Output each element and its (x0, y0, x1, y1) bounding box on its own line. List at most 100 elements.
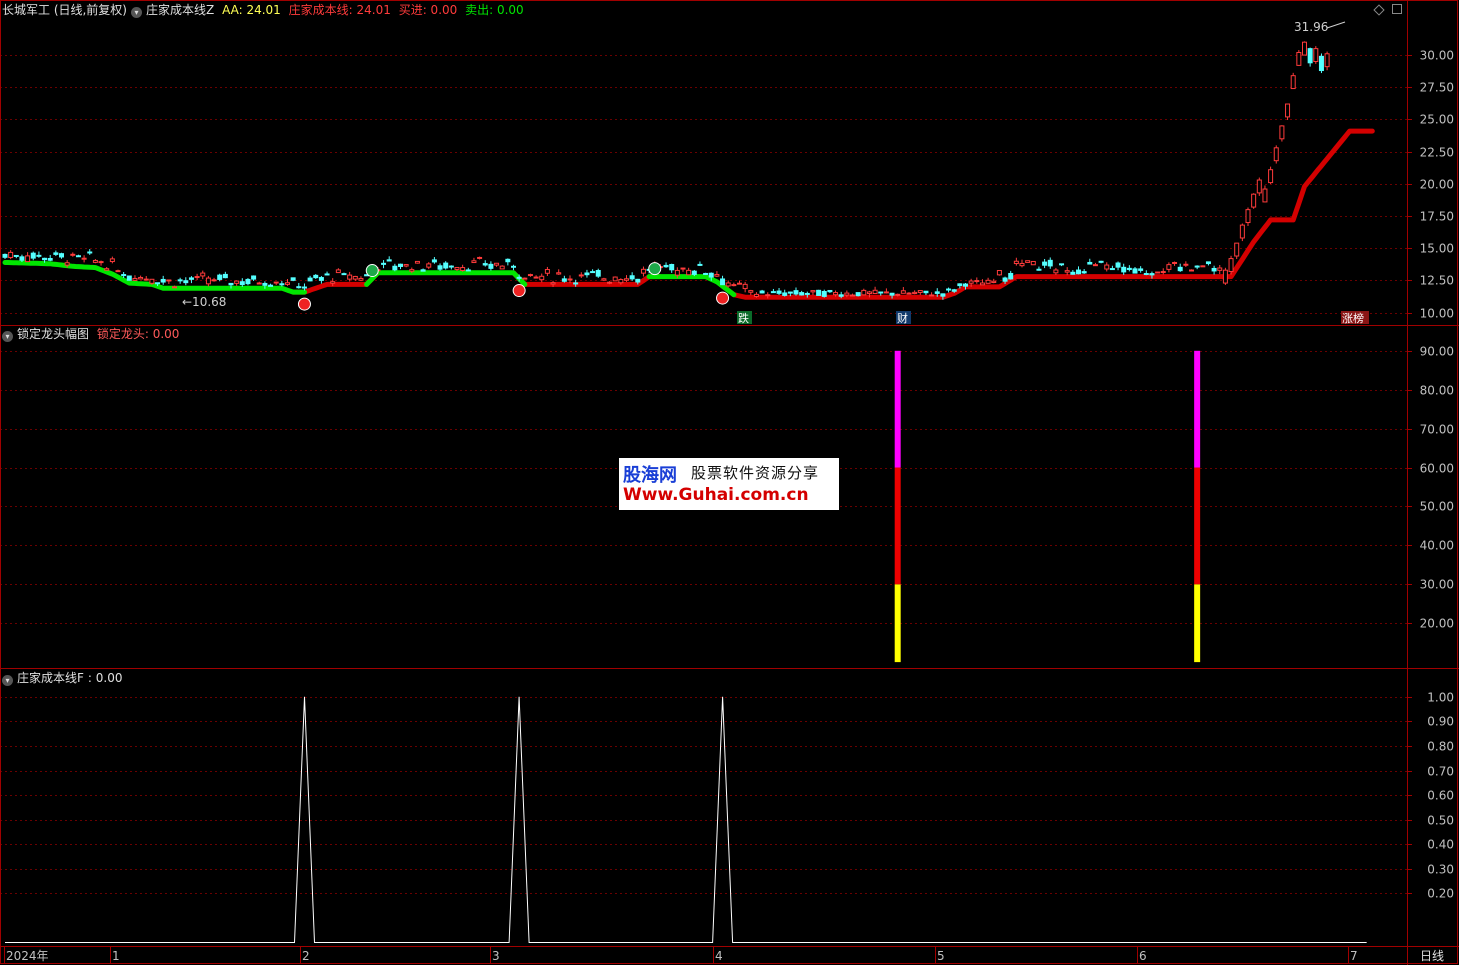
candle-body (511, 265, 516, 268)
y-tick-label: 27.50 (1420, 81, 1454, 95)
y-tick-label: 30.00 (1420, 49, 1454, 63)
dropdown-icon[interactable]: ▾ (2, 331, 13, 342)
candle-body (561, 278, 567, 282)
candle-body (991, 280, 997, 284)
buy-value: 买进: 0.00 (398, 3, 458, 17)
indicator-name[interactable]: 庄家成本线Z (146, 3, 214, 17)
candle-body (669, 264, 675, 271)
candle-body (460, 267, 466, 271)
candle-body (737, 282, 742, 285)
candle-body (1172, 261, 1178, 264)
candle-body (499, 265, 505, 270)
candle-body (1070, 271, 1076, 275)
candle-body (703, 272, 709, 275)
y-tick-label: 0.20 (1427, 887, 1454, 901)
dropdown-icon[interactable]: ▾ (2, 675, 13, 686)
candle-body (929, 294, 935, 297)
candle-body (934, 291, 940, 294)
candle-body (115, 270, 121, 273)
sell-value: 卖出: 0.00 (465, 3, 524, 17)
candle-body (742, 283, 748, 290)
y-tick-label: 1.00 (1427, 691, 1454, 705)
candle-body (522, 277, 528, 280)
panel2-title[interactable]: 锁定龙头幅图 (17, 327, 89, 341)
candle-body (307, 277, 313, 282)
candle-body (612, 276, 618, 282)
candle-body (381, 262, 387, 265)
candle-body (347, 274, 353, 280)
candle-body (251, 275, 257, 280)
candle-body (866, 291, 872, 295)
candle-body (810, 290, 816, 293)
candle-body (979, 282, 985, 286)
candle-body (1290, 75, 1296, 90)
candle-body (155, 282, 161, 285)
candle-body (205, 277, 211, 285)
candle-body (177, 279, 183, 282)
candle-body (1036, 268, 1042, 271)
candle-body (1262, 188, 1268, 203)
candle-body (1324, 53, 1330, 68)
candle-body (686, 269, 692, 276)
cai-badge: 财 (897, 311, 908, 325)
candle-body (1273, 147, 1279, 162)
candle-body (409, 269, 415, 272)
candle-body (1019, 262, 1025, 267)
candle-body (1030, 260, 1036, 266)
candle-body (1285, 103, 1291, 118)
candle-body (951, 289, 957, 292)
y-tick-label: 0.90 (1427, 715, 1454, 729)
x-tick-label: 6 (1139, 949, 1147, 963)
panel3-title[interactable]: 庄家成本线F (17, 671, 84, 685)
candle-body (1302, 41, 1307, 56)
y-tick-label: 20.00 (1420, 617, 1454, 631)
candle-body (946, 288, 952, 291)
candle-body (799, 292, 805, 296)
watermark-logo: 股海网 (623, 465, 677, 486)
stock-title[interactable]: 长城军工 (日线,前复权) (2, 3, 127, 17)
candle-body (889, 292, 895, 296)
y-tick-label: 17.50 (1420, 210, 1454, 224)
candle-body (1313, 48, 1319, 63)
candle-body (567, 278, 573, 281)
dropdown-icon[interactable]: ▾ (131, 7, 142, 18)
candle-body (87, 251, 93, 254)
y-tick-label: 25.00 (1420, 113, 1454, 127)
high-price-annotation: 31.96 (1294, 20, 1328, 34)
candle-body (1138, 268, 1144, 271)
candle-body (1239, 224, 1245, 239)
dragon-bar-segment (1194, 350, 1201, 468)
candle-body (1042, 261, 1048, 266)
price-panel[interactable]: 31.96 ←10.68 跌 财 涨榜 (2, 20, 1375, 325)
signal-badge (716, 291, 730, 305)
cost-line-f-panel[interactable] (5, 696, 1367, 944)
candle-body (301, 286, 307, 289)
candle-body (1183, 263, 1189, 266)
candle-body (674, 269, 680, 276)
dragon-bar-segment (1194, 584, 1201, 663)
candle-body (403, 264, 409, 267)
candle-body (1200, 265, 1206, 268)
candle-body (194, 276, 200, 279)
candle-body (1092, 264, 1098, 267)
y-tick-label: 0.40 (1427, 838, 1454, 852)
y-tick-label: 60.00 (1420, 462, 1454, 476)
candle-body (1008, 272, 1014, 280)
candle-body (1177, 266, 1183, 272)
candle-body (1064, 270, 1070, 273)
candle-body (1296, 51, 1302, 66)
candle-body (1189, 269, 1194, 272)
candle-body (324, 273, 330, 276)
y-tick-label: 40.00 (1420, 539, 1454, 553)
x-tick-label: 2024年 (6, 949, 49, 963)
candle-body (19, 256, 25, 261)
cost-value: 庄家成本线: 24.01 (288, 3, 391, 17)
panel2-header: ▾ 锁定龙头幅图 锁定龙头: 0.00 (2, 325, 183, 343)
window-restore-icon[interactable] (1392, 4, 1402, 14)
candle-body (731, 284, 737, 287)
panel3-header: ▾ 庄家成本线F: 0.00 (2, 669, 126, 687)
candle-body (268, 284, 274, 287)
candle-body (697, 263, 703, 266)
candle-body (539, 275, 545, 281)
candle-body (816, 289, 822, 296)
